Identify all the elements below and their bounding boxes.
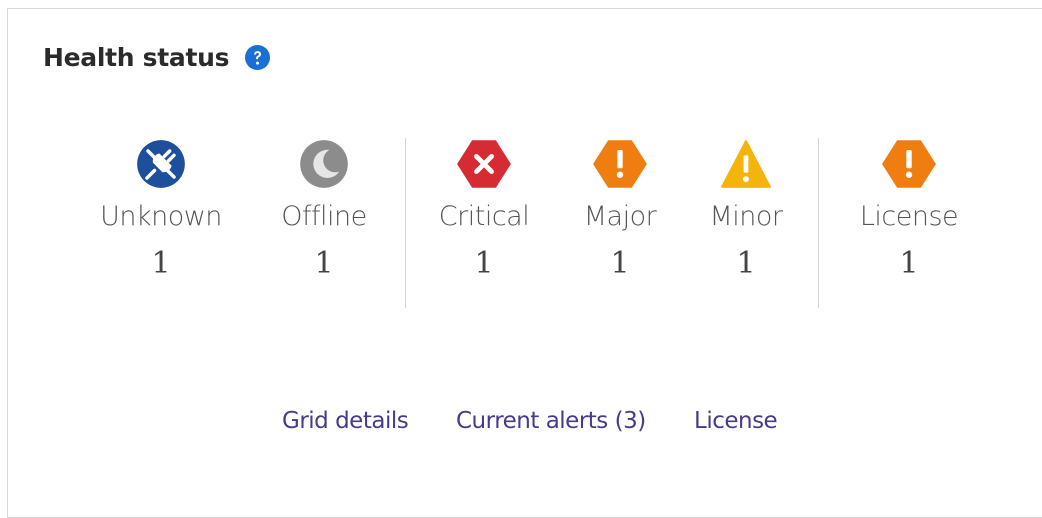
current-alerts-link[interactable]: Current alerts (3) xyxy=(456,408,646,434)
status-unknown[interactable]: Unknown 1 xyxy=(86,137,236,281)
divider xyxy=(818,138,819,308)
status-critical[interactable]: Critical 1 xyxy=(409,137,559,281)
exclamation-hexagon-icon xyxy=(593,140,647,188)
status-minor[interactable]: Minor 1 xyxy=(671,137,821,281)
panel-header: Health status xyxy=(43,43,271,72)
unplugged-icon xyxy=(137,140,185,188)
status-count: 1 xyxy=(474,246,494,281)
status-count: 1 xyxy=(736,246,756,281)
license-link[interactable]: License xyxy=(694,408,778,434)
status-count: 1 xyxy=(899,246,919,281)
exclamation-hexagon-icon xyxy=(882,140,936,188)
warning-triangle-icon xyxy=(721,140,771,188)
status-label: Minor xyxy=(709,201,783,232)
x-octagon-icon xyxy=(457,140,511,188)
status-label: Critical xyxy=(438,201,530,232)
moon-icon xyxy=(300,140,348,188)
status-count: 1 xyxy=(314,246,334,281)
status-label: Offline xyxy=(281,201,367,232)
panel-title: Health status xyxy=(43,43,230,72)
status-offline[interactable]: Offline 1 xyxy=(249,137,399,281)
status-label: Unknown xyxy=(100,201,222,232)
footer-links: Grid details Current alerts (3) License xyxy=(0,408,1042,442)
status-count: 1 xyxy=(151,246,171,281)
status-label: License xyxy=(859,201,959,232)
status-license[interactable]: License 1 xyxy=(834,137,984,281)
grid-details-link[interactable]: Grid details xyxy=(282,408,409,434)
help-icon[interactable] xyxy=(245,45,271,70)
divider xyxy=(405,138,406,308)
